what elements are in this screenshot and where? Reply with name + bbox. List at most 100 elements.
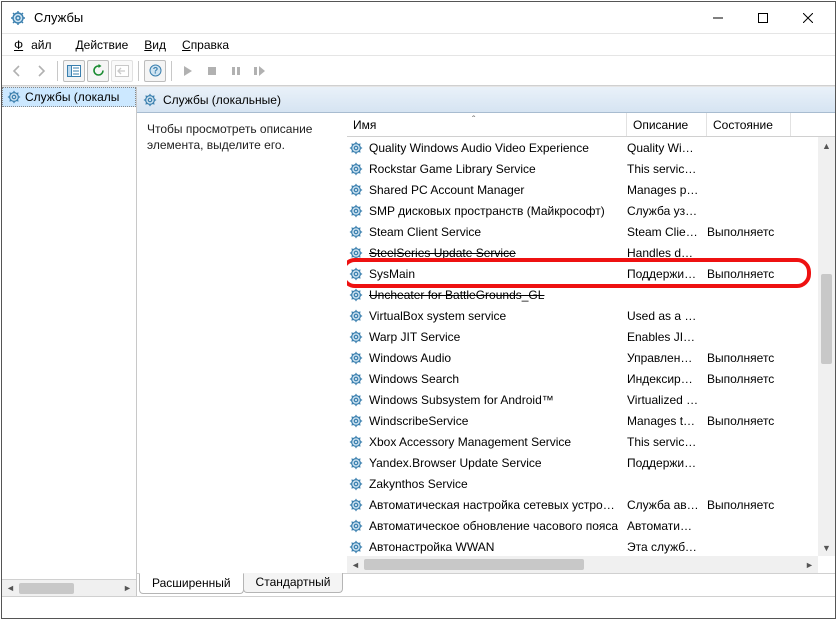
service-row[interactable]: Shared PC Account ManagerManages p… [347, 179, 818, 200]
service-row[interactable]: VirtualBox system serviceUsed as a … [347, 305, 818, 326]
menu-action[interactable]: Действие [68, 36, 137, 54]
service-description: Steam Clie… [623, 225, 703, 239]
list-body: Чтобы просмотреть описание элемента, выд… [137, 113, 835, 574]
minimize-button[interactable] [695, 3, 740, 33]
service-row[interactable]: Windows Subsystem for Android™Virtualize… [347, 389, 818, 410]
chevron-right-icon[interactable]: ► [119, 580, 136, 597]
content-area: Службы (локалы ◄ ► Службы (локальные) Чт… [2, 86, 835, 596]
refresh-button[interactable] [87, 60, 109, 82]
service-row[interactable]: Xbox Accessory Management ServiceThis se… [347, 431, 818, 452]
hint-text: Чтобы просмотреть описание элемента, выд… [147, 122, 312, 152]
service-row[interactable]: Windows AudioУправлен…Выполняетс [347, 347, 818, 368]
service-name: Windows Audio [365, 351, 623, 365]
close-button[interactable] [785, 3, 830, 33]
pause-service-button [225, 60, 247, 82]
scrollbar-thumb[interactable] [364, 559, 584, 570]
tab-standard[interactable]: Стандартный [243, 573, 344, 593]
service-row[interactable]: WindscribeServiceManages t…Выполняетс [347, 410, 818, 431]
service-name: WindscribeService [365, 414, 623, 428]
help-button[interactable]: ? [144, 60, 166, 82]
service-name: Shared PC Account Manager [365, 183, 623, 197]
services-window: Службы Файл Действие Вид Справка ? Служб… [1, 1, 836, 619]
service-row[interactable]: Автоматическое обновление часового пояса… [347, 515, 818, 536]
view-tabs: Расширенный Стандартный [137, 574, 835, 596]
service-row[interactable]: Yandex.Browser Update ServiceПоддержи… [347, 452, 818, 473]
service-name: Windows Subsystem for Android™ [365, 393, 623, 407]
sort-indicator-icon: ˆ [472, 115, 475, 126]
service-description: Эта служба… [623, 540, 703, 554]
service-row[interactable]: Автоматическая настройка сетевых устройс… [347, 494, 818, 515]
service-description: Индексир… [623, 372, 703, 386]
menu-view[interactable]: Вид [136, 36, 174, 54]
service-row[interactable]: Автонастройка WWANЭта служба… [347, 536, 818, 556]
service-name: VirtualBox system service [365, 309, 623, 323]
window-title: Службы [34, 10, 695, 25]
tab-extended[interactable]: Расширенный [139, 573, 244, 594]
titlebar: Службы [2, 2, 835, 34]
service-row[interactable]: Zakynthos Service [347, 473, 818, 494]
chevron-right-icon[interactable]: ► [801, 560, 818, 570]
rows-container: Quality Windows Audio Video ExperienceQu… [347, 137, 818, 556]
horizontal-scrollbar[interactable]: ◄ ► [347, 556, 818, 573]
service-icon [347, 351, 365, 365]
scrollbar-thumb[interactable] [19, 583, 74, 594]
service-icon [347, 435, 365, 449]
service-description: Virtualized … [623, 393, 703, 407]
svg-text:?: ? [152, 66, 158, 76]
column-name[interactable]: Имя [347, 113, 627, 136]
toolbar-separator [138, 61, 139, 81]
column-headers: Имя Описание Состояние ˆ [347, 113, 835, 137]
services-list: Имя Описание Состояние ˆ Quality Windows… [347, 113, 835, 573]
scrollbar-thumb[interactable] [821, 274, 832, 364]
service-state: Выполняетс [703, 372, 787, 386]
service-name: Warp JIT Service [365, 330, 623, 344]
service-row[interactable]: Quality Windows Audio Video ExperienceQu… [347, 137, 818, 158]
service-description: Автомати… [623, 519, 703, 533]
column-state[interactable]: Состояние [707, 113, 791, 136]
service-name: Yandex.Browser Update Service [365, 456, 623, 470]
list-header-title: Службы (локальные) [163, 93, 281, 107]
toolbar: ? [2, 56, 835, 86]
menu-file[interactable]: Файл [6, 36, 68, 54]
statusbar [2, 596, 835, 618]
service-row[interactable]: SteelSeries Update ServiceHandles d… [347, 242, 818, 263]
services-app-icon [10, 10, 26, 26]
chevron-up-icon[interactable]: ▲ [818, 137, 835, 154]
chevron-left-icon[interactable]: ◄ [347, 560, 364, 570]
start-service-button [177, 60, 199, 82]
tree-pane: Службы (локалы ◄ ► [2, 87, 137, 596]
list-header-bar: Службы (локальные) [137, 87, 835, 113]
service-icon [347, 309, 365, 323]
column-description[interactable]: Описание [627, 113, 707, 136]
service-row[interactable]: Uncheater for BattleGrounds_GL [347, 284, 818, 305]
service-name: Автонастройка WWAN [365, 540, 623, 554]
service-row[interactable]: Steam Client ServiceSteam Clie…Выполняет… [347, 221, 818, 242]
service-description: Quality Wi… [623, 141, 703, 155]
stop-service-button [201, 60, 223, 82]
service-name: Xbox Accessory Management Service [365, 435, 623, 449]
tree-item-services-local[interactable]: Службы (локалы [2, 87, 136, 107]
service-name: Quality Windows Audio Video Experience [365, 141, 623, 155]
service-icon [347, 498, 365, 512]
service-name: SMP дисковых пространств (Майкрософт) [365, 204, 623, 218]
show-hide-tree-button[interactable] [63, 60, 85, 82]
service-icon [347, 456, 365, 470]
service-row[interactable]: Rockstar Game Library ServiceThis servic… [347, 158, 818, 179]
service-row[interactable]: Warp JIT ServiceEnables JIT … [347, 326, 818, 347]
menu-help[interactable]: Справка [174, 36, 237, 54]
chevron-down-icon[interactable]: ▼ [818, 539, 835, 556]
service-row[interactable]: Windows SearchИндексир…Выполняетс [347, 368, 818, 389]
service-icon [347, 330, 365, 344]
service-description: Поддержи… [623, 267, 703, 281]
toolbar-separator [57, 61, 58, 81]
restart-service-button [249, 60, 271, 82]
chevron-left-icon[interactable]: ◄ [2, 580, 19, 597]
nav-back-button [6, 60, 28, 82]
service-description: This servic… [623, 162, 703, 176]
maximize-button[interactable] [740, 3, 785, 33]
service-row[interactable]: SysMainПоддержи…Выполняетс [347, 263, 818, 284]
service-row[interactable]: SMP дисковых пространств (Майкрософт)Слу… [347, 200, 818, 221]
service-name: SysMain [365, 267, 623, 281]
tree-hscrollbar[interactable]: ◄ ► [2, 579, 136, 596]
vertical-scrollbar[interactable]: ▲ ▼ [818, 137, 835, 556]
